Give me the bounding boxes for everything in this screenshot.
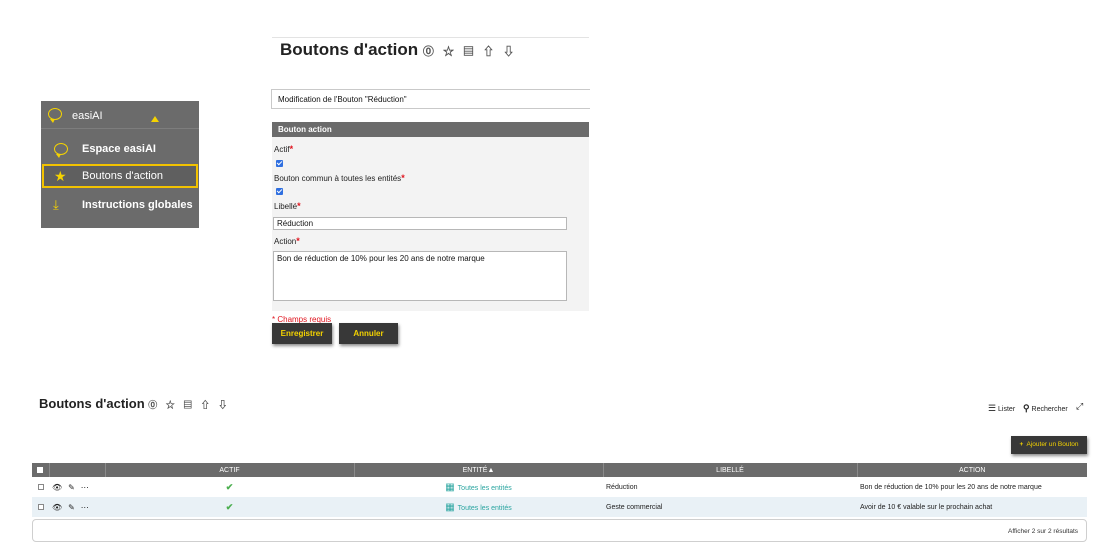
column-header-action[interactable]: ACTION <box>856 463 1087 477</box>
commun-label-text: Bouton commun à toutes les entités <box>274 174 402 183</box>
chat-bubble-icon <box>54 143 68 158</box>
modification-title: Modification de l'Bouton "Réduction" <box>278 95 407 104</box>
building-icon: ▦ <box>445 501 455 513</box>
select-all-checkbox[interactable] <box>37 466 44 473</box>
menu-item-boutons-action[interactable]: ★ Boutons d'action <box>42 164 198 188</box>
eye-icon[interactable]: 👁 <box>52 483 62 492</box>
row-actions-cell: 👁 ✎ ⋯ <box>49 477 105 497</box>
column-header-libelle[interactable]: LIBELLÉ <box>602 463 857 477</box>
menu-item-instructions-globales[interactable]: ⤓ Instructions globales <box>42 193 198 217</box>
row-select-cell <box>32 497 49 517</box>
search-icon: ⚲ <box>1023 403 1030 413</box>
libelle-cell: Réduction <box>606 483 638 491</box>
results-count: Afficher 2 sur 2 résultats <box>1008 528 1078 535</box>
menu-title: easiAI <box>72 110 103 122</box>
save-button[interactable]: Enregistrer <box>272 323 332 344</box>
libelle-input[interactable]: Réduction <box>273 217 567 230</box>
chat-bubble-icon <box>48 108 62 123</box>
list-title: Boutons d'action ⓪ ☆ ▤ ⇧ ⇩ <box>39 396 230 411</box>
cancel-button[interactable]: Annuler <box>339 323 398 344</box>
section-title: Bouton action <box>278 125 332 134</box>
actif-cell: ✔ <box>105 497 354 517</box>
action-cell: Bon de réduction de 10% pour les 20 ans … <box>860 483 1042 491</box>
pencil-icon[interactable]: ✎ <box>68 503 75 512</box>
table-footer: Afficher 2 sur 2 résultats <box>32 519 1087 542</box>
list-title-text: Boutons d'action <box>39 396 145 411</box>
menu-header[interactable]: easiAI <box>41 101 199 129</box>
more-icon[interactable]: ⋯ <box>81 483 89 492</box>
column-header-actif[interactable]: ACTIF <box>104 463 354 477</box>
required-marker: * <box>296 236 300 246</box>
boutons-table: ACTIF ENTITÉ▲ LIBELLÉ ACTION 👁 ✎ ⋯ ✔ ▦ To… <box>32 463 1087 517</box>
menu-item-label: Espace easiAI <box>82 143 156 155</box>
caret-up-icon <box>151 116 159 122</box>
row-checkbox[interactable] <box>37 503 44 510</box>
title-action-icons[interactable]: ⓪ ☆ ▤ ⇧ ⇩ <box>423 46 517 58</box>
libelle-label: Libellé* <box>274 201 301 211</box>
menu-item-espace-easiai[interactable]: Espace easiAI <box>42 137 198 161</box>
check-icon: ✔ <box>225 481 234 492</box>
download-icon: ⤓ <box>53 197 59 212</box>
entite-link[interactable]: Toutes les entités <box>458 505 512 512</box>
title-action-icons[interactable]: ⓪ ☆ ▤ ⇧ ⇩ <box>148 400 230 410</box>
easiai-menu: easiAI Espace easiAI ★ Boutons d'action … <box>41 101 199 228</box>
entite-cell: ▦ Toutes les entités <box>354 497 603 517</box>
libelle-cell: Geste commercial <box>603 497 857 517</box>
commun-checkbox[interactable] <box>276 188 283 195</box>
menu-item-label: Instructions globales <box>82 199 193 211</box>
actif-checkbox[interactable] <box>276 160 283 167</box>
star-icon: ★ <box>54 168 67 184</box>
row-checkbox[interactable] <box>37 483 44 490</box>
table-row[interactable]: 👁 ✎ ⋯ ✔ ▦ Toutes les entités Geste commer… <box>32 497 1087 517</box>
row-select-cell <box>32 477 49 497</box>
actif-label-text: Actif <box>274 145 290 154</box>
required-marker: * <box>401 173 405 183</box>
row-actions-header <box>48 463 105 477</box>
action-label: Action* <box>274 236 300 246</box>
lister-label: Lister <box>998 406 1016 413</box>
check-icon: ✔ <box>225 501 234 512</box>
action-textarea[interactable]: Bon de réduction de 10% pour les 20 ans … <box>273 251 567 301</box>
lister-button[interactable]: ☰ Lister <box>988 403 1015 414</box>
entite-cell: ▦ Toutes les entités <box>354 477 603 497</box>
page-title: Boutons d'action ⓪ ☆ ▤ ⇧ ⇩ <box>280 40 517 60</box>
plus-icon: + <box>1019 441 1024 448</box>
column-header-entite[interactable]: ENTITÉ▲ <box>353 463 603 477</box>
commun-label: Bouton commun à toutes les entités* <box>274 173 405 183</box>
rechercher-button[interactable]: ⚲ Rechercher <box>1023 403 1068 414</box>
action-cell: Avoir de 10 € valable sur le prochain ac… <box>857 497 1087 517</box>
building-icon: ▦ <box>445 481 455 493</box>
add-bouton-button[interactable]: + Ajouter un Bouton <box>1011 436 1087 454</box>
select-all-header[interactable] <box>32 463 49 477</box>
menu-item-label: Boutons d'action <box>82 170 163 182</box>
pencil-icon[interactable]: ✎ <box>68 483 75 492</box>
libelle-label-text: Libellé <box>274 202 298 211</box>
actif-cell: ✔ <box>105 477 354 497</box>
required-marker: * <box>297 201 301 211</box>
add-bouton-label: Ajouter un Bouton <box>1026 441 1079 448</box>
page-title-text: Boutons d'action <box>280 40 419 59</box>
list-icon: ☰ <box>988 403 997 413</box>
row-actions-cell: 👁 ✎ ⋯ <box>49 497 105 517</box>
table-row[interactable]: 👁 ✎ ⋯ ✔ ▦ Toutes les entités Réduction Bo… <box>32 477 1087 497</box>
entite-link[interactable]: Toutes les entités <box>458 485 512 492</box>
expand-icon[interactable]: ⤢ <box>1076 401 1083 412</box>
rechercher-label: Rechercher <box>1031 406 1068 413</box>
actif-label: Actif* <box>274 144 293 154</box>
title-divider <box>272 37 589 38</box>
required-marker: * <box>289 144 294 154</box>
action-label-text: Action <box>274 237 297 246</box>
section-header: Bouton action <box>272 122 589 137</box>
table-header-row: ACTIF ENTITÉ▲ LIBELLÉ ACTION <box>32 463 1087 477</box>
modification-header: Modification de l'Bouton "Réduction" <box>271 89 590 109</box>
bouton-action-form: Bouton action Actif* Bouton commun à tou… <box>272 122 589 311</box>
more-icon[interactable]: ⋯ <box>81 503 89 512</box>
eye-icon[interactable]: 👁 <box>52 503 62 512</box>
